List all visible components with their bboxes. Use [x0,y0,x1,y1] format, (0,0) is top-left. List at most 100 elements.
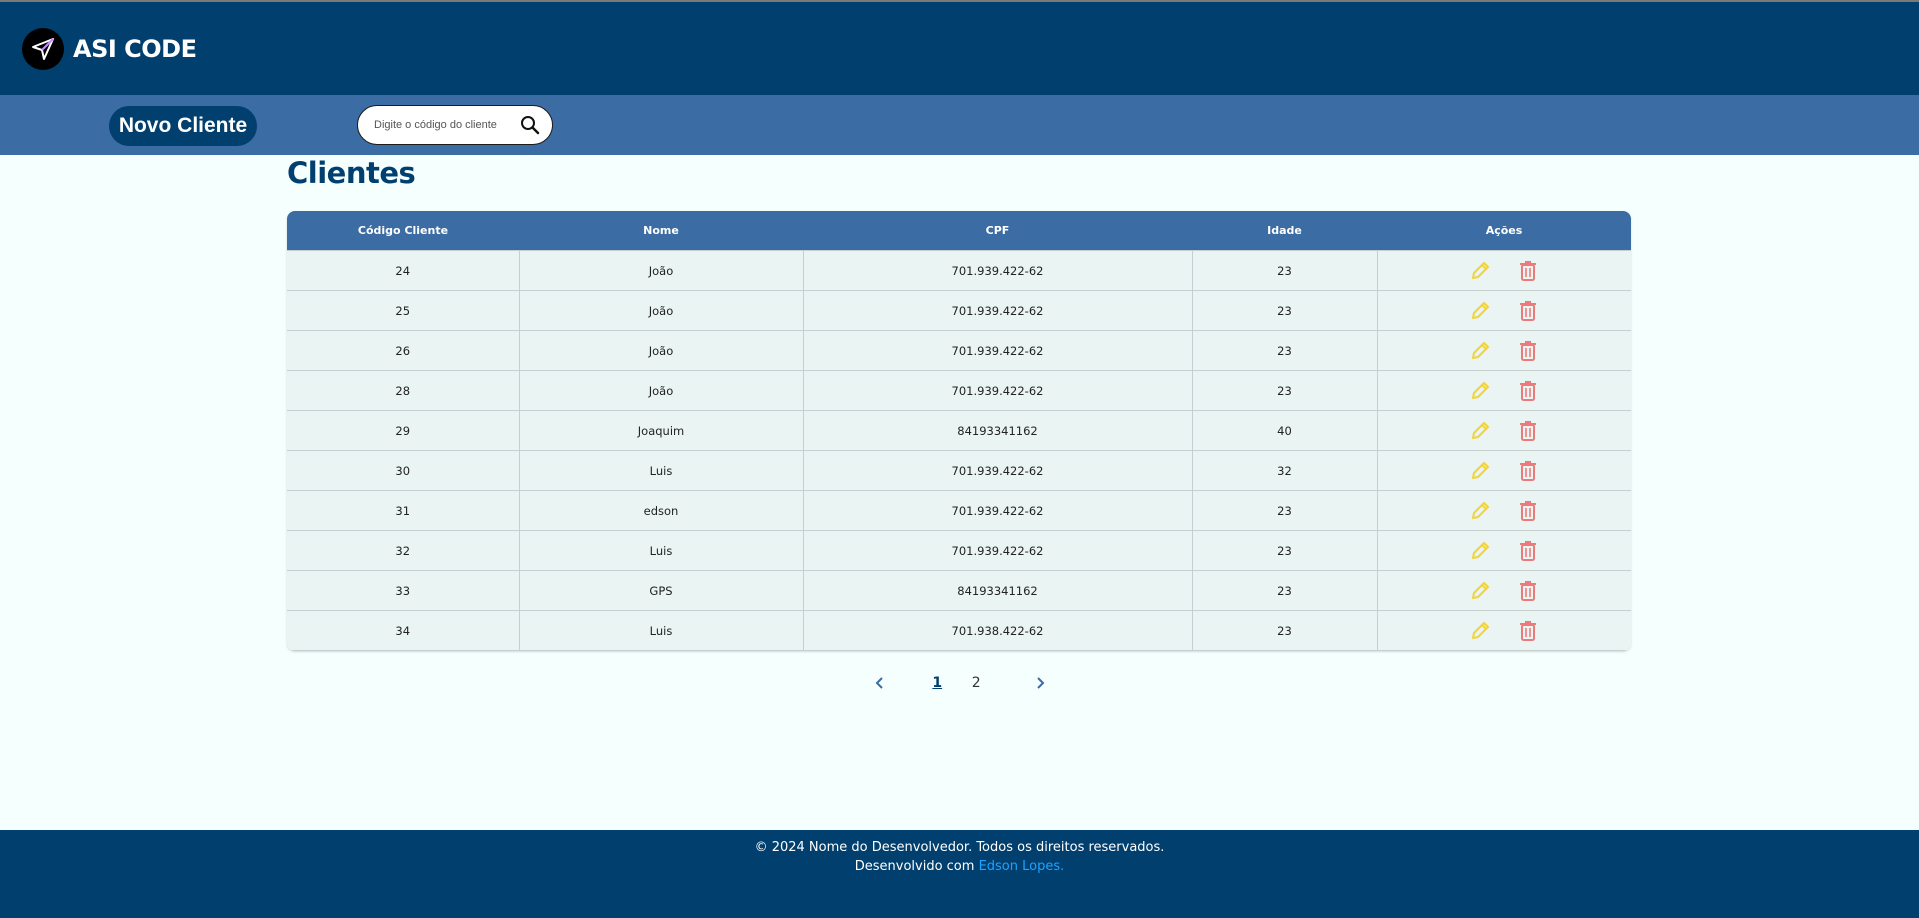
trash-icon[interactable] [1515,578,1541,604]
paper-plane-icon [22,28,64,70]
cell-nome: Luis [518,530,804,571]
new-client-button[interactable]: Novo Cliente [109,106,257,146]
trash-icon[interactable] [1515,378,1541,404]
cell-nome: Joaquim [518,410,804,451]
table-row: 31 edson 701.939.422-62 23 [287,490,1631,531]
footer-credit-prefix: Desenvolvido com [854,859,979,874]
cell-cpf: 701.939.422-62 [802,250,1193,291]
pencil-icon[interactable] [1467,458,1493,484]
table-row: 34 Luis 701.938.422-62 23 [287,610,1631,651]
pencil-icon[interactable] [1467,378,1493,404]
cell-cpf: 701.939.422-62 [802,370,1193,411]
search-box [357,105,553,145]
cell-idade: 23 [1191,530,1378,571]
app-footer: © 2024 Nome do Desenvolvedor. Todos os d… [0,830,1919,918]
table-row: 29 Joaquim 84193341162 40 [287,410,1632,451]
trash-icon[interactable] [1515,338,1541,364]
table-row: 28 João 701.939.422-62 23 [287,370,1632,411]
cell-acoes [1376,410,1632,451]
cell-idade: 23 [1191,610,1378,651]
pencil-icon[interactable] [1467,338,1493,364]
column-header-idade: Idade [1192,211,1377,251]
cell-codigo: 26 [287,330,520,371]
row-actions [1378,378,1632,404]
column-header-acoes: Ações [1377,211,1631,251]
toolbar: Novo Cliente [0,95,1919,155]
cell-nome: edson [518,490,804,531]
trash-icon[interactable] [1515,298,1541,324]
cell-codigo: 28 [287,370,520,411]
pencil-icon[interactable] [1467,498,1493,524]
cell-acoes [1376,290,1632,331]
cell-acoes [1376,530,1632,571]
table-row: 32 Luis 701.939.422-62 23 [287,530,1632,571]
cell-cpf: 84193341162 [802,410,1193,451]
table-row: 25 João 701.939.422-62 23 [287,290,1632,331]
column-header-codigo: Código Cliente [287,211,519,251]
row-actions [1378,258,1632,284]
table-header-row: Código Cliente Nome CPF Idade Ações [287,211,1631,251]
cell-idade: 23 [1191,290,1378,331]
search-input[interactable] [372,118,511,132]
chevron-left-icon[interactable] [870,673,890,693]
brand-name: ASI CODE [73,35,197,63]
cell-nome: João [518,370,804,411]
cell-cpf: 701.938.422-62 [802,610,1193,651]
developer-link[interactable]: Edson Lopes. [979,859,1065,874]
trash-icon[interactable] [1515,418,1541,444]
cell-acoes [1376,610,1631,651]
column-header-nome: Nome [519,211,803,251]
table-row: 33 GPS 84193341162 23 [287,570,1632,611]
row-actions [1378,538,1632,564]
cell-idade: 23 [1191,570,1378,611]
cell-codigo: 33 [287,570,520,611]
cell-codigo: 25 [287,290,520,331]
trash-icon[interactable] [1515,618,1541,644]
cell-cpf: 701.939.422-62 [802,290,1193,331]
table-row: 26 João 701.939.422-62 23 [287,330,1632,371]
pencil-icon[interactable] [1467,578,1493,604]
cell-codigo: 24 [287,250,520,291]
search-icon[interactable] [520,115,540,135]
cell-acoes [1376,490,1631,531]
row-actions [1378,418,1632,444]
cell-idade: 23 [1191,490,1378,531]
cell-acoes [1376,570,1632,611]
pagination: 1 2 [870,668,1050,698]
chevron-right-icon[interactable] [1030,673,1050,693]
pencil-icon[interactable] [1467,618,1493,644]
row-actions [1378,338,1632,364]
trash-icon[interactable] [1515,458,1541,484]
page-title: Clientes [287,156,416,190]
cell-codigo: 32 [287,530,520,571]
pencil-icon[interactable] [1467,538,1493,564]
pencil-icon[interactable] [1467,418,1493,444]
trash-icon[interactable] [1515,538,1541,564]
cell-codigo: 34 [287,610,520,651]
cell-nome: João [518,250,804,291]
brand-logo[interactable]: ASI CODE [22,28,197,70]
page-2-link[interactable]: 2 [972,675,981,691]
cell-cpf: 84193341162 [802,570,1193,611]
trash-icon[interactable] [1515,498,1541,524]
table-row: 24 João 701.939.422-62 23 [287,250,1632,291]
cell-acoes [1376,450,1631,491]
row-actions [1378,578,1632,604]
cell-nome: João [518,330,804,371]
cell-cpf: 701.939.422-62 [802,450,1193,491]
cell-cpf: 701.939.422-62 [802,530,1193,571]
cell-idade: 23 [1191,330,1378,371]
cell-idade: 40 [1191,410,1378,451]
row-actions [1378,298,1632,324]
page-1-link[interactable]: 1 [932,675,942,691]
pencil-icon[interactable] [1467,258,1493,284]
cell-nome: GPS [518,570,804,611]
cell-acoes [1376,370,1632,411]
clients-table: Código Cliente Nome CPF Idade Ações 24 Jo… [287,211,1631,651]
pencil-icon[interactable] [1467,298,1493,324]
cell-idade: 32 [1191,450,1378,491]
cell-codigo: 31 [287,490,520,531]
cell-acoes [1376,250,1632,291]
trash-icon[interactable] [1515,258,1541,284]
column-header-cpf: CPF [803,211,1192,251]
